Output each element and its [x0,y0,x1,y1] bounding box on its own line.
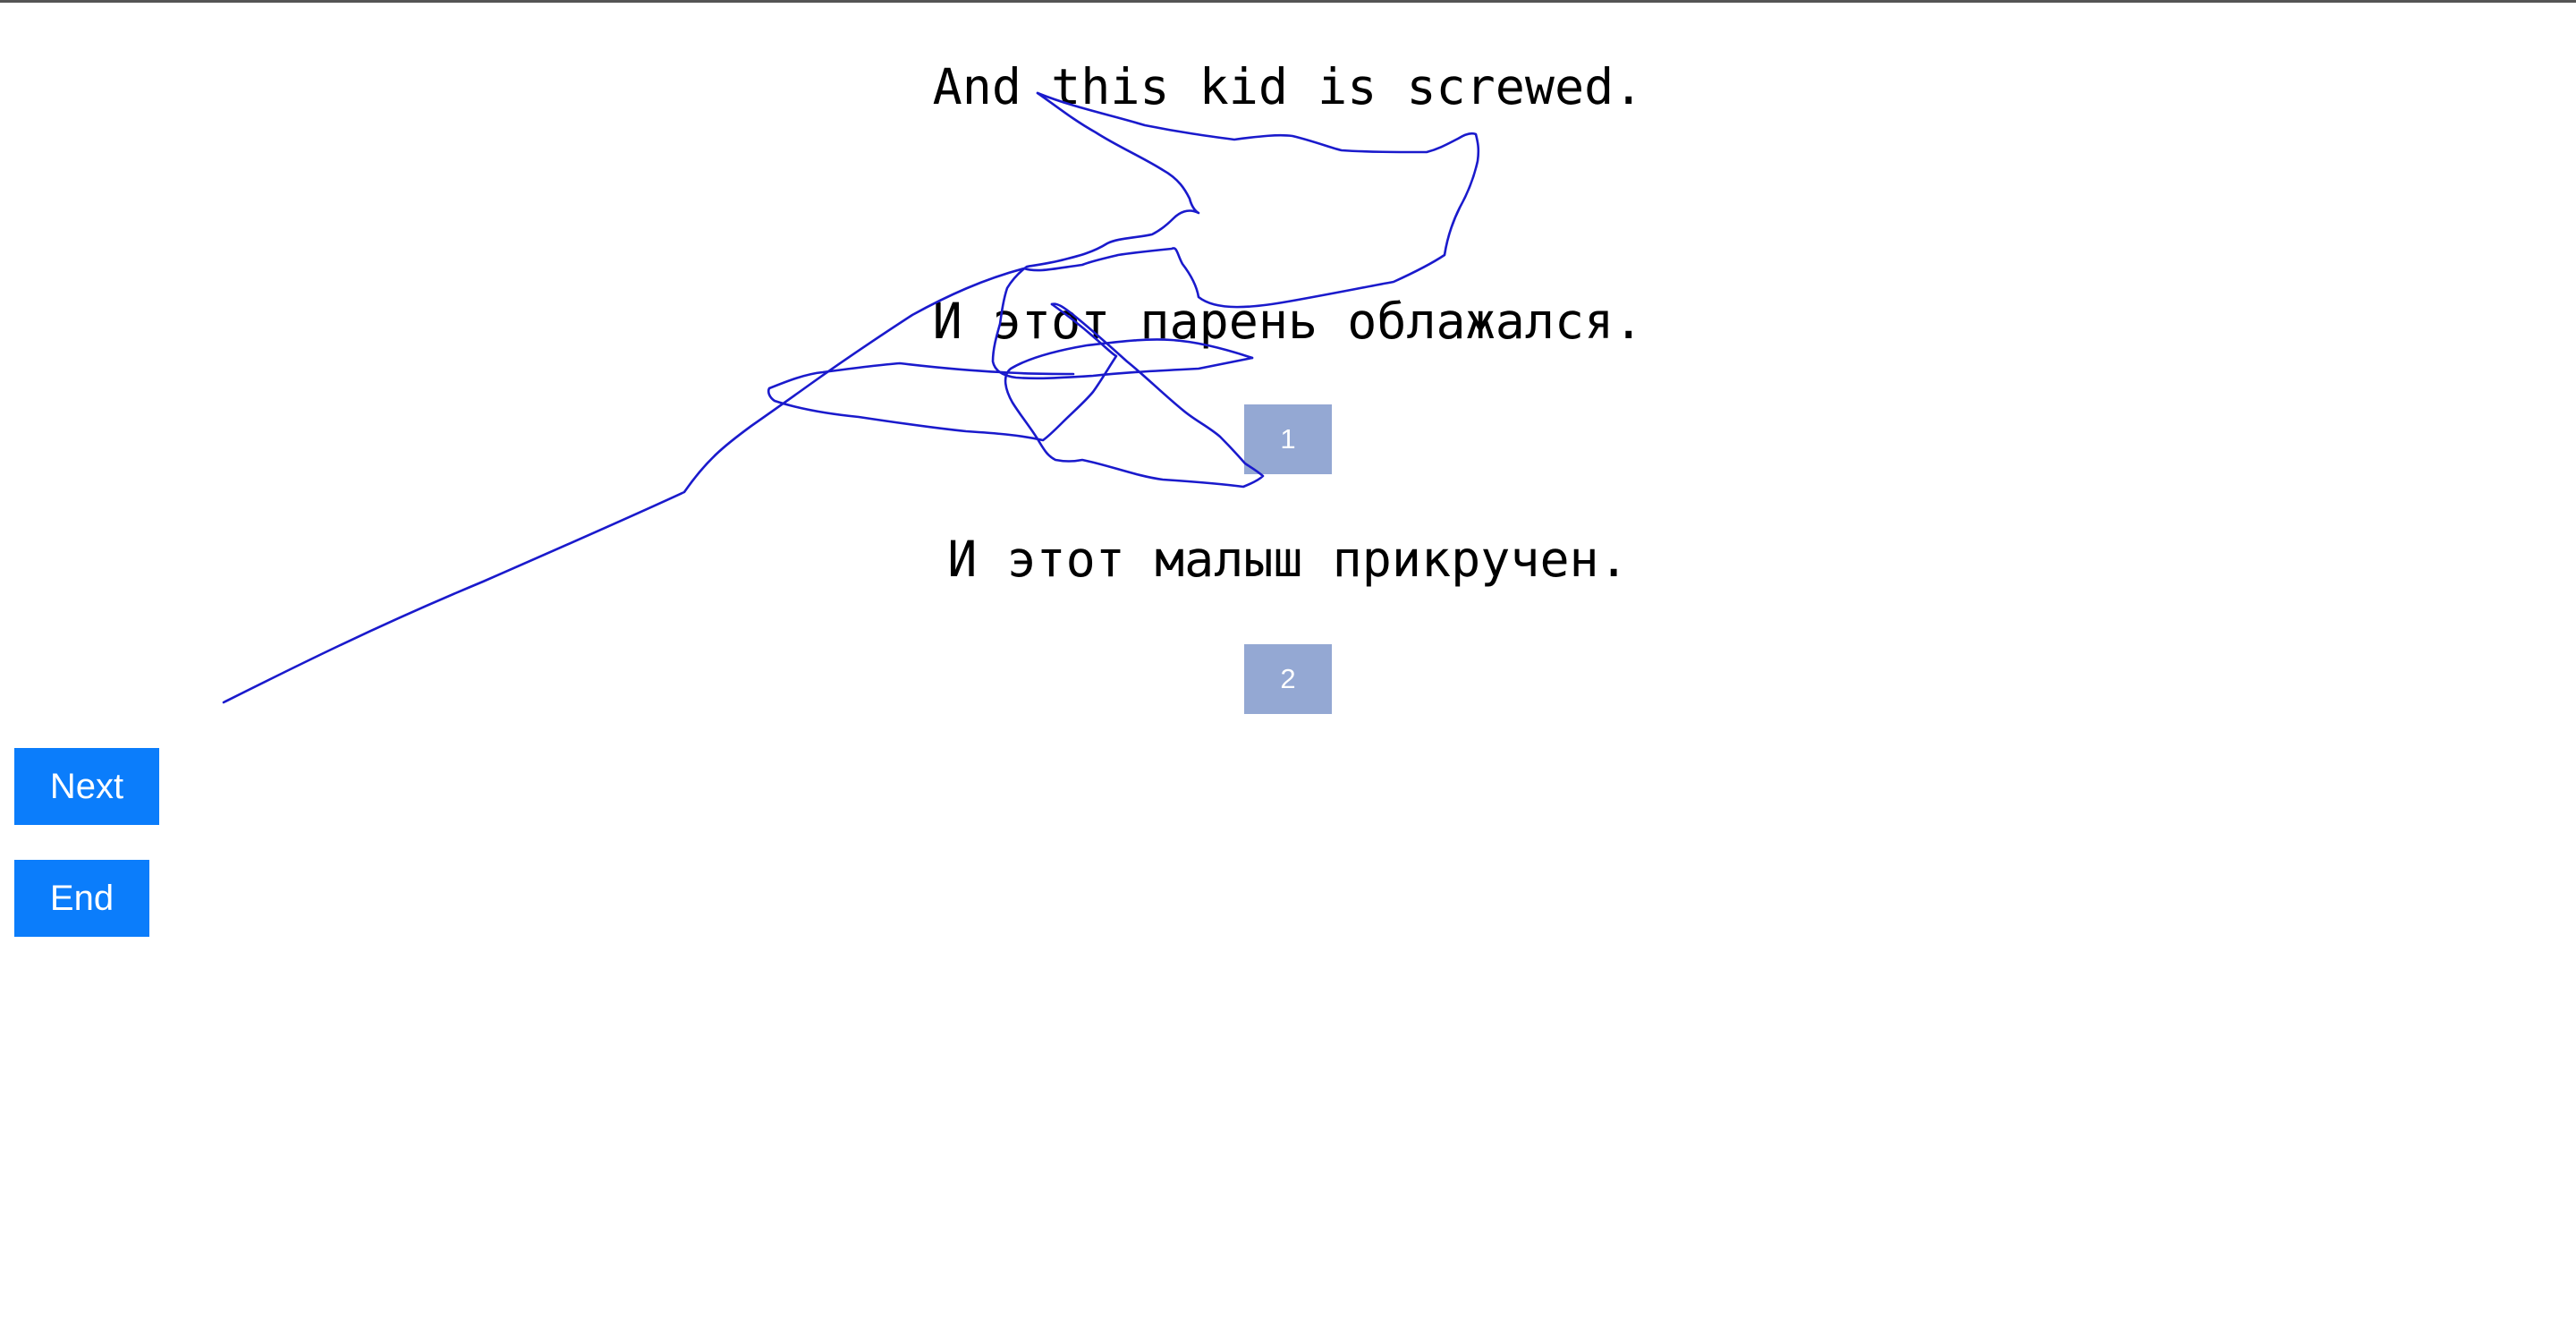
next-button[interactable]: Next [14,748,159,825]
top-border [0,0,2576,3]
end-button[interactable]: End [14,860,149,937]
choice-1-button[interactable]: 1 [1244,404,1332,474]
choice-2-button[interactable]: 2 [1244,644,1332,714]
option-1-text: И этот парень облажался. [932,293,1644,350]
option-2-text: И этот малыш прикручен. [947,531,1629,588]
source-sentence: And this kid is screwed. [932,58,1644,115]
ink-stroke [222,91,1480,704]
